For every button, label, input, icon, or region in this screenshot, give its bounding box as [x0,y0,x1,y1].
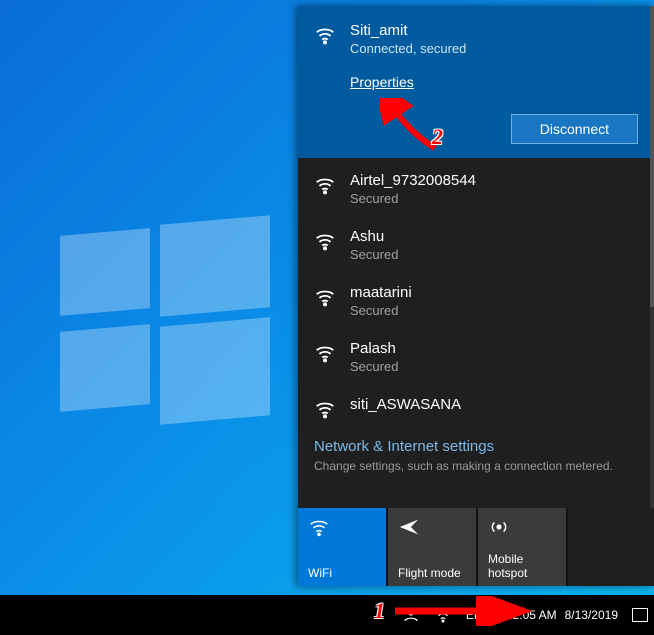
network-name: Airtel_9732008544 [350,172,476,189]
tile-flight-mode[interactable]: Flight mode [388,508,478,586]
notification-icon [632,608,648,622]
available-network-item[interactable]: Airtel_9732008544 Secured [298,158,654,214]
available-network-item[interactable]: Ashu Secured [298,214,654,270]
tile-wifi[interactable]: WiFi [298,508,388,586]
network-flyout: Siti_amit Connected, secured Properties … [298,6,654,586]
network-status: Secured [350,303,412,318]
tray-wifi-icon[interactable] [434,606,452,624]
network-status: Secured [350,247,398,262]
tile-hotspot-label: Mobile hotspot [488,552,558,580]
connected-network-panel[interactable]: Siti_amit Connected, secured Properties … [298,6,654,158]
properties-link[interactable]: Properties [350,74,414,90]
tile-flight-label: Flight mode [398,566,468,580]
tray-date: 8/13/2019 [565,608,618,622]
tray-people-icon[interactable] [402,606,420,624]
annotation-number-2: 2 [432,124,443,150]
network-status: Secured [350,359,398,374]
connected-network-name: Siti_amit [350,22,466,39]
wifi-icon [314,286,336,308]
tile-wifi-label: WiFi [308,566,378,580]
network-settings-link[interactable]: Network & Internet settings [314,438,638,455]
available-network-item[interactable]: siti_ASWASANA [298,382,654,428]
connected-network-status: Connected, secured [350,41,466,56]
flyout-scrollbar[interactable] [650,6,654,508]
network-name: Palash [350,340,398,357]
network-settings-subtitle: Change settings, such as making a connec… [314,459,638,473]
windows-logo [60,220,270,420]
wifi-icon [308,516,378,538]
network-name: maatarini [350,284,412,301]
wifi-icon [314,342,336,364]
hotspot-icon [488,516,558,538]
disconnect-button[interactable]: Disconnect [511,114,638,144]
available-network-item[interactable]: maatarini Secured [298,270,654,326]
wifi-icon [314,398,336,420]
available-network-item[interactable]: Palash Secured [298,326,654,382]
network-status: Secured [350,191,476,206]
taskbar: ENG 12:05 AM 8/13/2019 [0,595,654,635]
tray-time: 12:05 AM [506,608,557,622]
annotation-number-1: 1 [374,598,385,624]
quick-action-tiles: WiFi Flight mode Mobile hotspot [298,508,654,586]
tile-mobile-hotspot[interactable]: Mobile hotspot [478,508,568,586]
tray-clock[interactable]: 12:05 AM 8/13/2019 [506,608,618,622]
wifi-icon [314,230,336,252]
system-tray: ENG 12:05 AM 8/13/2019 [402,606,648,624]
wifi-icon [314,24,336,46]
tray-notifications-icon[interactable] [632,608,648,622]
wifi-icon [314,174,336,196]
airplane-icon [398,516,468,538]
network-name: Ashu [350,228,398,245]
network-name: siti_ASWASANA [350,396,461,413]
tray-language[interactable]: ENG [466,608,492,622]
